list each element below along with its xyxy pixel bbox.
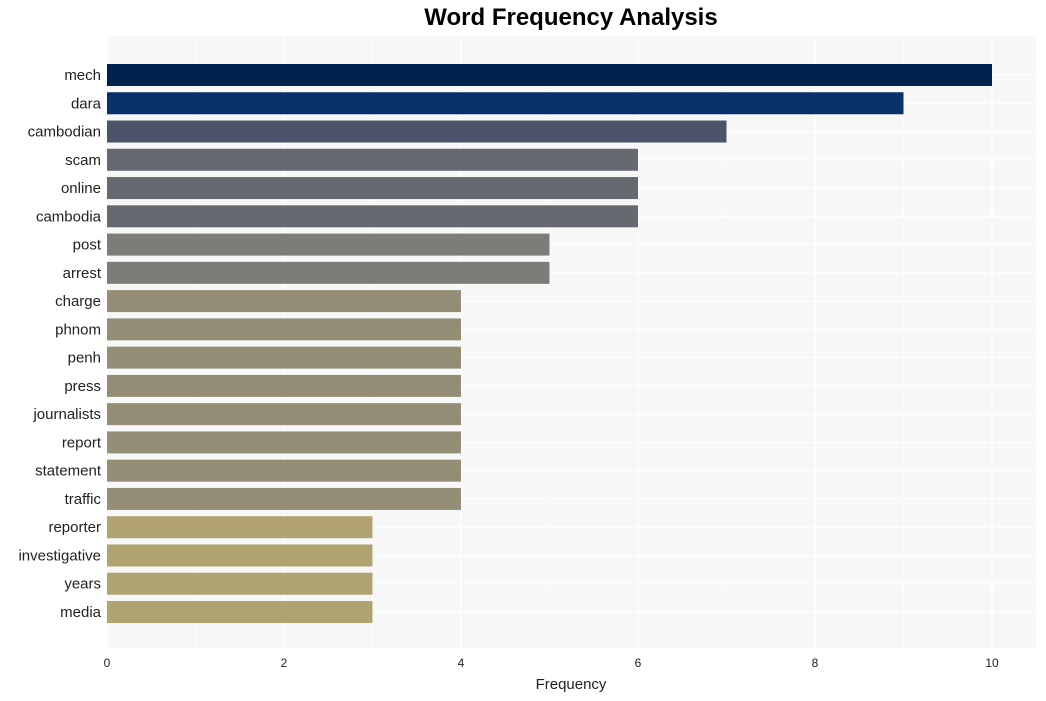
category-label-cambodia: cambodia <box>36 208 102 225</box>
bar-journalists <box>107 403 461 426</box>
x-tick-label: 4 <box>458 656 465 670</box>
bar-cambodian <box>107 120 727 143</box>
bar-charge <box>107 290 461 313</box>
bar-penh <box>107 346 461 369</box>
bar-chart: mech dara cambodian scam online cambodia post a… <box>18 36 1036 693</box>
bar-report <box>107 431 461 454</box>
category-label-years: years <box>64 576 101 593</box>
category-label-post: post <box>73 237 102 254</box>
category-label-traffic: traffic <box>65 491 102 508</box>
x-tick-label: 0 <box>104 656 111 670</box>
bar-years <box>107 572 373 595</box>
category-label-phnom: phnom <box>55 321 101 338</box>
bar-post <box>107 233 550 256</box>
category-label-media: media <box>60 604 102 621</box>
bar-investigative <box>107 544 373 567</box>
bar-mech <box>107 64 992 86</box>
x-tick-labels: 0 2 4 6 8 10 <box>104 656 999 670</box>
bar-phnom <box>107 318 461 341</box>
category-label-penh: penh <box>68 350 101 367</box>
category-label-arrest: arrest <box>63 265 102 282</box>
category-label-reporter: reporter <box>48 519 101 536</box>
bar-reporter <box>107 516 373 539</box>
bar-traffic <box>107 487 461 510</box>
category-label-scam: scam <box>65 152 101 169</box>
category-label-report: report <box>62 434 102 451</box>
bar-press <box>107 374 461 397</box>
bar-statement <box>107 459 461 482</box>
x-tick-label: 6 <box>635 656 642 670</box>
category-label-mech: mech <box>64 67 101 84</box>
bar-scam <box>107 148 638 171</box>
bar-dara <box>107 92 904 115</box>
category-label-dara: dara <box>71 95 102 112</box>
category-label-charge: charge <box>55 293 101 310</box>
category-labels: mech dara cambodian scam online cambodia post a… <box>18 67 101 621</box>
category-label-cambodian: cambodian <box>28 124 101 141</box>
x-tick-label: 10 <box>985 656 999 670</box>
category-label-statement: statement <box>35 463 102 480</box>
bar-cambodia <box>107 205 638 228</box>
bar-arrest <box>107 261 550 284</box>
x-axis-title: Frequency <box>536 676 607 693</box>
category-label-journalists: journalists <box>32 406 101 423</box>
bar-online <box>107 177 638 200</box>
bar-media <box>107 601 373 623</box>
category-label-online: online <box>61 180 101 197</box>
x-tick-label: 2 <box>281 656 288 670</box>
category-label-investigative: investigative <box>18 547 101 564</box>
category-label-press: press <box>64 378 101 395</box>
x-tick-label: 8 <box>812 656 819 670</box>
